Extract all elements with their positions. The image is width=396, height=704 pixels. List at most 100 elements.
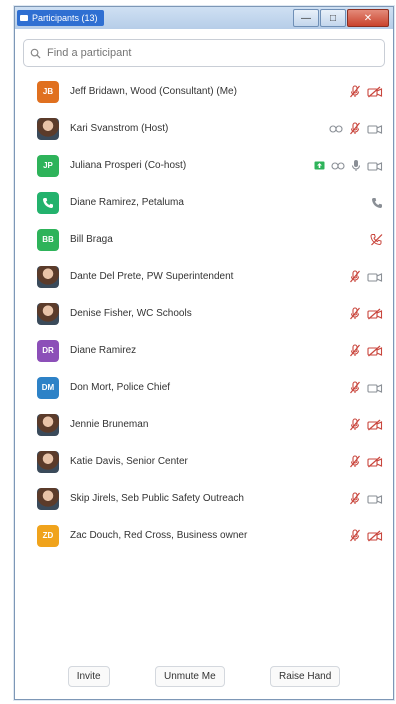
participant-name: Diane Ramirez xyxy=(70,345,137,356)
participant-name: Denise Fisher, WC Schools xyxy=(70,308,192,319)
search-box[interactable] xyxy=(23,39,385,67)
camera-off-icon[interactable] xyxy=(367,530,383,542)
avatar-initials: DM xyxy=(41,383,55,392)
screen-share-icon xyxy=(331,161,345,171)
participant-status-icons xyxy=(314,147,383,184)
avatar-initials: JP xyxy=(43,161,53,170)
participant-list: JB Jeff Bridawn, Wood (Consultant) (Me) Ka… xyxy=(15,73,393,554)
participants-window: Participants (13) — □ ✕ JB Jeff Bridawn, … xyxy=(14,6,394,700)
participant-row[interactable]: DM Don Mort, Police Chief xyxy=(15,369,393,406)
participant-row[interactable]: JP Juliana Prosperi (Co-host) xyxy=(15,147,393,184)
participant-name: Jennie Bruneman xyxy=(70,419,149,430)
minimize-button[interactable]: — xyxy=(293,9,319,27)
participant-name: Juliana Prosperi (Co-host) xyxy=(70,160,187,171)
avatar-initials: BB xyxy=(42,235,54,244)
mic-muted-icon[interactable] xyxy=(349,344,361,357)
mic-muted-icon[interactable] xyxy=(349,492,361,505)
camera-icon[interactable] xyxy=(367,382,383,394)
participant-name: Zac Douch, Red Cross, Business owner xyxy=(70,530,248,541)
mic-muted-icon[interactable] xyxy=(349,307,361,320)
participant-status-icons xyxy=(349,258,383,295)
avatar-photo xyxy=(37,302,59,325)
search-input[interactable] xyxy=(45,46,349,60)
mic-muted-icon[interactable] xyxy=(349,418,361,431)
participant-row[interactable]: ZD Zac Douch, Red Cross, Business owner xyxy=(15,517,393,554)
participant-status-icons xyxy=(349,406,383,443)
participant-row[interactable]: Katie Davis, Senior Center xyxy=(15,443,393,480)
phone-icon xyxy=(371,197,383,209)
participant-row[interactable]: Skip Jirels, Seb Public Safety Outreach xyxy=(15,480,393,517)
avatar: JB xyxy=(37,80,59,103)
participant-row[interactable]: Jennie Bruneman xyxy=(15,406,393,443)
participant-status-icons xyxy=(349,443,383,480)
avatar: BB xyxy=(37,228,59,251)
close-icon: ✕ xyxy=(363,12,373,24)
mic-muted-icon[interactable] xyxy=(349,381,361,394)
app-icon xyxy=(20,15,28,21)
camera-off-icon[interactable] xyxy=(367,345,383,357)
participant-status-icons xyxy=(349,295,383,332)
participant-name: Dante Del Prete, PW Superintendent xyxy=(70,271,234,282)
participant-row[interactable]: Diane Ramirez, Petaluma xyxy=(15,184,393,221)
mic-muted-icon[interactable] xyxy=(349,122,361,135)
camera-icon[interactable] xyxy=(367,493,383,505)
avatar-photo xyxy=(37,265,59,288)
participant-name: Diane Ramirez, Petaluma xyxy=(70,197,184,208)
raise-hand-button[interactable]: Raise Hand xyxy=(270,666,341,687)
phone-muted-icon[interactable] xyxy=(370,233,383,246)
participant-status-icons xyxy=(349,332,383,369)
avatar-initials: ZD xyxy=(42,531,54,540)
mic-icon[interactable] xyxy=(351,159,361,172)
mic-muted-icon[interactable] xyxy=(349,455,361,468)
avatar: DM xyxy=(37,376,59,399)
participant-name: Don Mort, Police Chief xyxy=(70,382,171,393)
participant-name: Katie Davis, Senior Center xyxy=(70,456,188,467)
minimize-icon: — xyxy=(301,12,311,24)
window-title-chip: Participants (13) xyxy=(17,10,104,26)
participant-row[interactable]: JB Jeff Bridawn, Wood (Consultant) (Me) xyxy=(15,73,393,110)
invite-button[interactable]: Invite xyxy=(67,666,110,687)
mic-muted-icon[interactable] xyxy=(349,270,361,283)
mic-muted-icon[interactable] xyxy=(349,85,361,98)
maximize-button[interactable]: □ xyxy=(320,9,346,27)
search-icon xyxy=(30,48,41,59)
camera-off-icon[interactable] xyxy=(367,86,383,98)
window-title: Participants (13) xyxy=(32,13,98,23)
participant-status-icons xyxy=(349,517,383,554)
avatar: JP xyxy=(37,154,59,177)
window-controls: — □ ✕ xyxy=(293,9,389,27)
camera-off-icon[interactable] xyxy=(367,456,383,468)
title-bar[interactable]: Participants (13) — □ ✕ xyxy=(15,7,393,29)
mic-muted-icon[interactable] xyxy=(349,529,361,542)
avatar-photo xyxy=(37,413,59,436)
avatar-initials: JB xyxy=(42,87,54,96)
avatar-initials: DR xyxy=(42,346,54,355)
share-screen-icon xyxy=(314,161,325,170)
participant-name: Skip Jirels, Seb Public Safety Outreach xyxy=(70,493,244,504)
camera-icon[interactable] xyxy=(367,160,383,172)
camera-icon[interactable] xyxy=(367,271,383,283)
unmute-me-button[interactable]: Unmute Me xyxy=(154,666,225,687)
phone-avatar-icon xyxy=(37,191,59,214)
avatar-photo xyxy=(37,117,59,140)
close-button[interactable]: ✕ xyxy=(347,9,389,27)
participant-status-icons xyxy=(349,73,383,110)
screen-share-icon xyxy=(329,124,343,134)
participant-status-icons xyxy=(370,221,383,258)
avatar-photo xyxy=(37,450,59,473)
avatar: ZD xyxy=(37,524,59,547)
participant-row[interactable]: Kari Svanstrom (Host) xyxy=(15,110,393,147)
participant-name: Jeff Bridawn, Wood (Consultant) (Me) xyxy=(70,86,237,97)
participant-row[interactable]: DR Diane Ramirez xyxy=(15,332,393,369)
participant-row[interactable]: Dante Del Prete, PW Superintendent xyxy=(15,258,393,295)
participant-status-icons xyxy=(349,480,383,517)
camera-off-icon[interactable] xyxy=(367,419,383,431)
camera-icon[interactable] xyxy=(367,123,383,135)
camera-off-icon[interactable] xyxy=(367,308,383,320)
participant-row[interactable]: BB Bill Braga xyxy=(15,221,393,258)
maximize-icon: □ xyxy=(329,12,337,24)
participant-status-icons xyxy=(371,184,383,221)
participant-name: Bill Braga xyxy=(70,234,113,245)
participant-row[interactable]: Denise Fisher, WC Schools xyxy=(15,295,393,332)
avatar: DR xyxy=(37,339,59,362)
